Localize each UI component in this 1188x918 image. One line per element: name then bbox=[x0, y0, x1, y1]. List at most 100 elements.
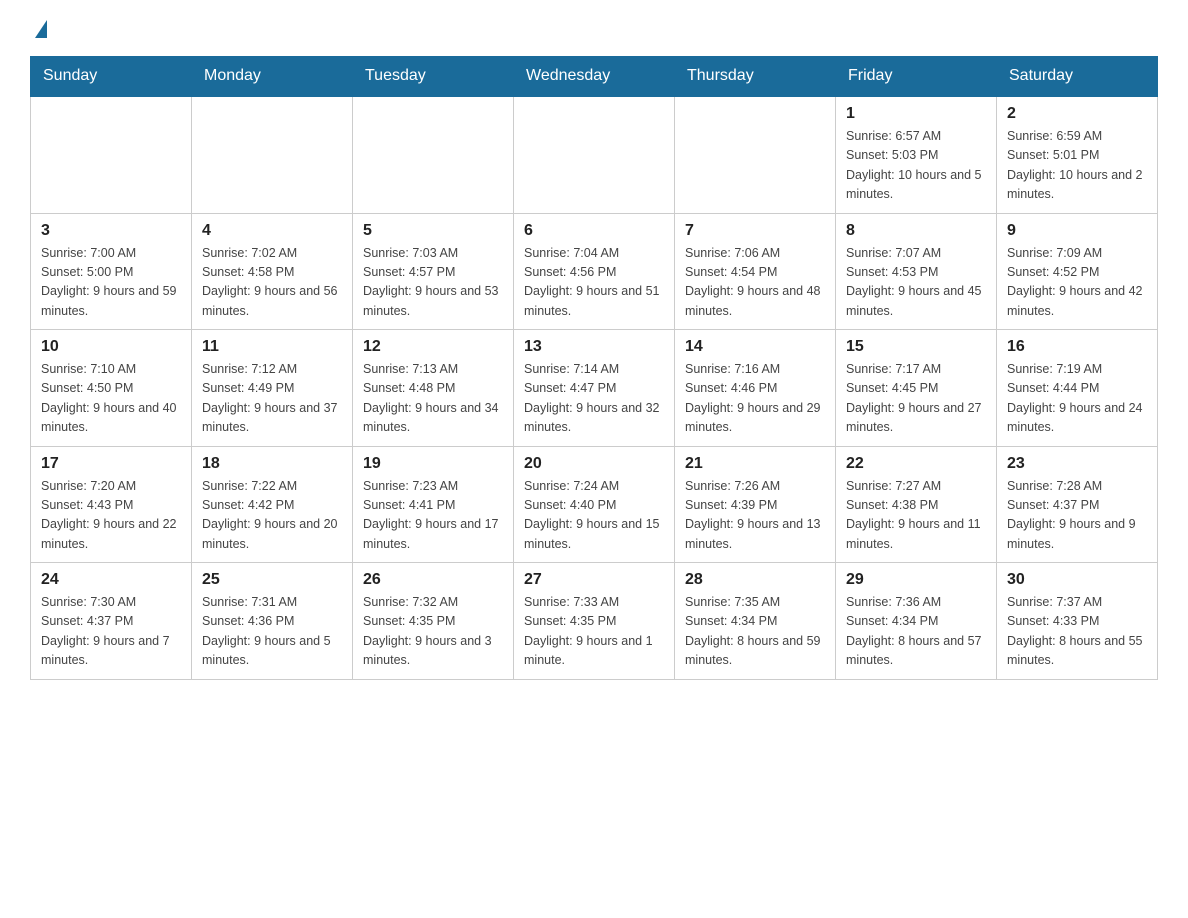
header-wednesday: Wednesday bbox=[514, 57, 675, 97]
header-tuesday: Tuesday bbox=[353, 57, 514, 97]
day-info: Sunrise: 7:19 AMSunset: 4:44 PMDaylight:… bbox=[1007, 360, 1147, 438]
day-info: Sunrise: 7:28 AMSunset: 4:37 PMDaylight:… bbox=[1007, 477, 1147, 555]
calendar-cell: 7 Sunrise: 7:06 AMSunset: 4:54 PMDaylight… bbox=[675, 213, 836, 330]
calendar-cell: 22 Sunrise: 7:27 AMSunset: 4:38 PMDayligh… bbox=[836, 446, 997, 563]
header-thursday: Thursday bbox=[675, 57, 836, 97]
day-info: Sunrise: 7:02 AMSunset: 4:58 PMDaylight:… bbox=[202, 244, 342, 322]
day-info: Sunrise: 7:36 AMSunset: 4:34 PMDaylight:… bbox=[846, 593, 986, 671]
day-info: Sunrise: 7:31 AMSunset: 4:36 PMDaylight:… bbox=[202, 593, 342, 671]
calendar-cell: 20 Sunrise: 7:24 AMSunset: 4:40 PMDayligh… bbox=[514, 446, 675, 563]
calendar-cell: 1 Sunrise: 6:57 AMSunset: 5:03 PMDaylight… bbox=[836, 96, 997, 213]
day-info: Sunrise: 7:17 AMSunset: 4:45 PMDaylight:… bbox=[846, 360, 986, 438]
calendar-cell: 9 Sunrise: 7:09 AMSunset: 4:52 PMDaylight… bbox=[997, 213, 1158, 330]
header-monday: Monday bbox=[192, 57, 353, 97]
day-info: Sunrise: 7:09 AMSunset: 4:52 PMDaylight:… bbox=[1007, 244, 1147, 322]
logo-triangle-icon bbox=[35, 20, 47, 38]
day-number: 2 bbox=[1007, 105, 1147, 123]
day-number: 15 bbox=[846, 338, 986, 356]
day-number: 20 bbox=[524, 455, 664, 473]
calendar-cell: 15 Sunrise: 7:17 AMSunset: 4:45 PMDayligh… bbox=[836, 330, 997, 447]
calendar-cell: 12Sunrise: 7:13 AMSunset: 4:48 PMDayligh… bbox=[353, 330, 514, 447]
calendar-cell: 26 Sunrise: 7:32 AMSunset: 4:35 PMDayligh… bbox=[353, 563, 514, 680]
day-number: 5 bbox=[363, 222, 503, 240]
calendar-cell: 5Sunrise: 7:03 AMSunset: 4:57 PMDaylight… bbox=[353, 213, 514, 330]
day-number: 10 bbox=[41, 338, 181, 356]
calendar-cell: 16 Sunrise: 7:19 AMSunset: 4:44 PMDayligh… bbox=[997, 330, 1158, 447]
logo-text bbox=[30, 20, 47, 36]
day-info: Sunrise: 7:37 AMSunset: 4:33 PMDaylight:… bbox=[1007, 593, 1147, 671]
day-info: Sunrise: 7:10 AMSunset: 4:50 PMDaylight:… bbox=[41, 360, 181, 438]
calendar-week-row: 1 Sunrise: 6:57 AMSunset: 5:03 PMDaylight… bbox=[31, 96, 1158, 213]
day-number: 23 bbox=[1007, 455, 1147, 473]
calendar-cell: 17 Sunrise: 7:20 AMSunset: 4:43 PMDayligh… bbox=[31, 446, 192, 563]
day-number: 1 bbox=[846, 105, 986, 123]
day-info: Sunrise: 6:57 AMSunset: 5:03 PMDaylight:… bbox=[846, 127, 986, 205]
day-number: 14 bbox=[685, 338, 825, 356]
calendar-cell: 2 Sunrise: 6:59 AMSunset: 5:01 PMDaylight… bbox=[997, 96, 1158, 213]
calendar-cell: 14 Sunrise: 7:16 AMSunset: 4:46 PMDayligh… bbox=[675, 330, 836, 447]
day-number: 22 bbox=[846, 455, 986, 473]
day-number: 4 bbox=[202, 222, 342, 240]
calendar-cell: 13 Sunrise: 7:14 AMSunset: 4:47 PMDayligh… bbox=[514, 330, 675, 447]
day-info: Sunrise: 7:26 AMSunset: 4:39 PMDaylight:… bbox=[685, 477, 825, 555]
day-info: Sunrise: 7:24 AMSunset: 4:40 PMDaylight:… bbox=[524, 477, 664, 555]
day-number: 30 bbox=[1007, 571, 1147, 589]
calendar-cell: 18Sunrise: 7:22 AMSunset: 4:42 PMDayligh… bbox=[192, 446, 353, 563]
day-info: Sunrise: 7:22 AMSunset: 4:42 PMDaylight:… bbox=[202, 477, 342, 555]
day-number: 6 bbox=[524, 222, 664, 240]
day-info: Sunrise: 7:35 AMSunset: 4:34 PMDaylight:… bbox=[685, 593, 825, 671]
calendar-cell: 4 Sunrise: 7:02 AMSunset: 4:58 PMDaylight… bbox=[192, 213, 353, 330]
calendar-cell: 23 Sunrise: 7:28 AMSunset: 4:37 PMDayligh… bbox=[997, 446, 1158, 563]
calendar-cell: 8Sunrise: 7:07 AMSunset: 4:53 PMDaylight… bbox=[836, 213, 997, 330]
day-info: Sunrise: 7:13 AMSunset: 4:48 PMDaylight:… bbox=[363, 360, 503, 438]
day-number: 29 bbox=[846, 571, 986, 589]
logo bbox=[30, 20, 47, 36]
day-number: 17 bbox=[41, 455, 181, 473]
weekday-header-row: Sunday Monday Tuesday Wednesday Thursday… bbox=[31, 57, 1158, 97]
day-info: Sunrise: 7:20 AMSunset: 4:43 PMDaylight:… bbox=[41, 477, 181, 555]
calendar-cell: 6 Sunrise: 7:04 AMSunset: 4:56 PMDaylight… bbox=[514, 213, 675, 330]
day-number: 19 bbox=[363, 455, 503, 473]
day-number: 24 bbox=[41, 571, 181, 589]
calendar-cell: 29 Sunrise: 7:36 AMSunset: 4:34 PMDayligh… bbox=[836, 563, 997, 680]
day-info: Sunrise: 7:06 AMSunset: 4:54 PMDaylight:… bbox=[685, 244, 825, 322]
calendar-cell: 10 Sunrise: 7:10 AMSunset: 4:50 PMDayligh… bbox=[31, 330, 192, 447]
day-info: Sunrise: 7:27 AMSunset: 4:38 PMDaylight:… bbox=[846, 477, 986, 555]
calendar-cell bbox=[353, 96, 514, 213]
day-number: 8 bbox=[846, 222, 986, 240]
calendar-cell: 21 Sunrise: 7:26 AMSunset: 4:39 PMDayligh… bbox=[675, 446, 836, 563]
day-number: 7 bbox=[685, 222, 825, 240]
day-number: 28 bbox=[685, 571, 825, 589]
day-info: Sunrise: 7:14 AMSunset: 4:47 PMDaylight:… bbox=[524, 360, 664, 438]
day-info: Sunrise: 7:32 AMSunset: 4:35 PMDaylight:… bbox=[363, 593, 503, 671]
page-header bbox=[30, 20, 1158, 36]
calendar-cell: 24Sunrise: 7:30 AMSunset: 4:37 PMDayligh… bbox=[31, 563, 192, 680]
day-number: 21 bbox=[685, 455, 825, 473]
day-number: 16 bbox=[1007, 338, 1147, 356]
day-number: 3 bbox=[41, 222, 181, 240]
day-info: Sunrise: 6:59 AMSunset: 5:01 PMDaylight:… bbox=[1007, 127, 1147, 205]
header-saturday: Saturday bbox=[997, 57, 1158, 97]
calendar-cell: 30 Sunrise: 7:37 AMSunset: 4:33 PMDayligh… bbox=[997, 563, 1158, 680]
day-info: Sunrise: 7:33 AMSunset: 4:35 PMDaylight:… bbox=[524, 593, 664, 671]
day-number: 25 bbox=[202, 571, 342, 589]
calendar-week-row: 24Sunrise: 7:30 AMSunset: 4:37 PMDayligh… bbox=[31, 563, 1158, 680]
header-sunday: Sunday bbox=[31, 57, 192, 97]
calendar-cell bbox=[192, 96, 353, 213]
day-info: Sunrise: 7:04 AMSunset: 4:56 PMDaylight:… bbox=[524, 244, 664, 322]
calendar-table: Sunday Monday Tuesday Wednesday Thursday… bbox=[30, 56, 1158, 680]
day-info: Sunrise: 7:23 AMSunset: 4:41 PMDaylight:… bbox=[363, 477, 503, 555]
calendar-cell: 28 Sunrise: 7:35 AMSunset: 4:34 PMDayligh… bbox=[675, 563, 836, 680]
calendar-cell: 27 Sunrise: 7:33 AMSunset: 4:35 PMDayligh… bbox=[514, 563, 675, 680]
header-friday: Friday bbox=[836, 57, 997, 97]
day-number: 9 bbox=[1007, 222, 1147, 240]
day-info: Sunrise: 7:00 AMSunset: 5:00 PMDaylight:… bbox=[41, 244, 181, 322]
calendar-week-row: 3 Sunrise: 7:00 AMSunset: 5:00 PMDaylight… bbox=[31, 213, 1158, 330]
calendar-week-row: 17 Sunrise: 7:20 AMSunset: 4:43 PMDayligh… bbox=[31, 446, 1158, 563]
calendar-cell bbox=[31, 96, 192, 213]
day-info: Sunrise: 7:16 AMSunset: 4:46 PMDaylight:… bbox=[685, 360, 825, 438]
calendar-cell bbox=[514, 96, 675, 213]
day-number: 13 bbox=[524, 338, 664, 356]
day-number: 26 bbox=[363, 571, 503, 589]
day-number: 27 bbox=[524, 571, 664, 589]
